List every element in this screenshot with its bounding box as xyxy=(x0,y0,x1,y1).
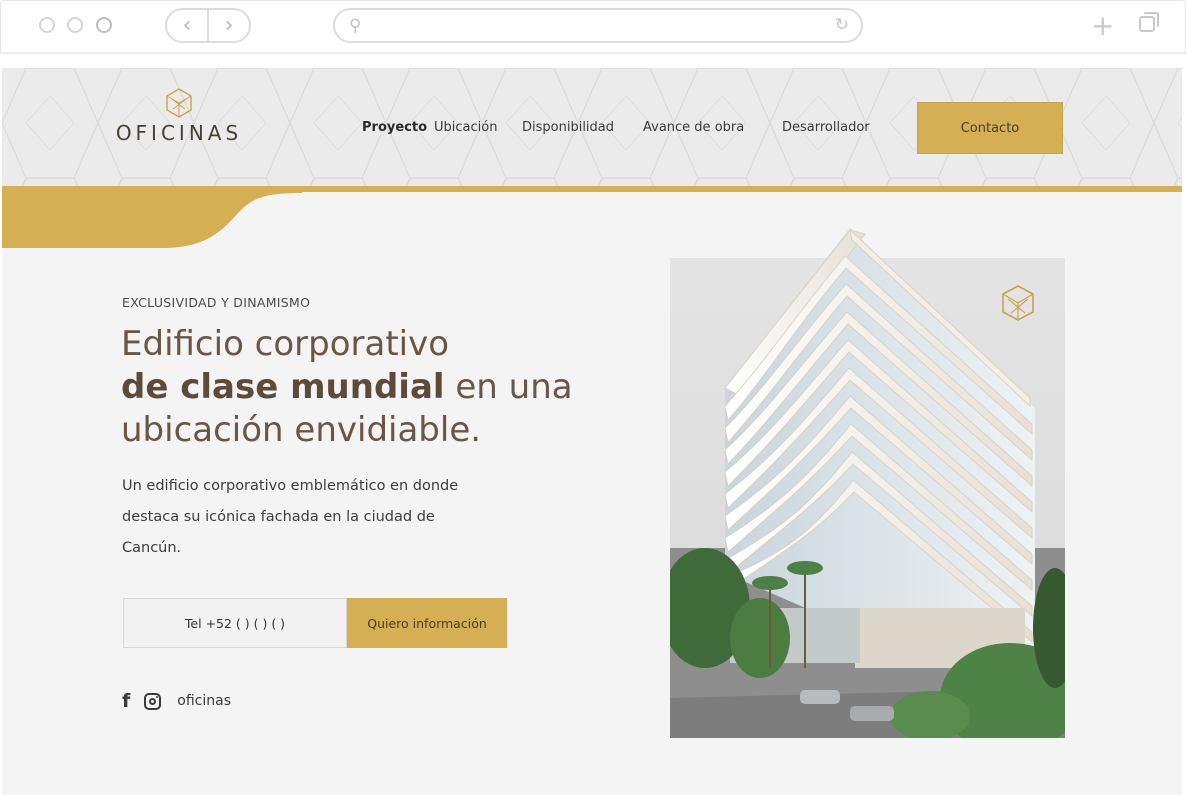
site-logo[interactable]: OFICINAS xyxy=(104,88,254,148)
browser-toolbar: ‹ › ⚲ ↻ + xyxy=(0,0,1186,54)
gold-wave-decoration xyxy=(2,190,302,248)
plus-icon[interactable]: + xyxy=(1091,9,1114,42)
tabs-icon[interactable] xyxy=(1139,12,1159,32)
window-close-dot[interactable] xyxy=(39,17,55,33)
hero-description: Un edificio corporativo emblemático en d… xyxy=(122,478,459,556)
window-maximize-dot[interactable] xyxy=(96,17,112,33)
chevron-right-icon[interactable]: › xyxy=(209,10,249,41)
headline-line-3: ubicación envidiable. xyxy=(121,410,482,450)
logo-text: OFICINAS xyxy=(115,121,243,145)
search-icon: ⚲ xyxy=(349,16,362,36)
phone-input[interactable]: Tel +52 ( ) ( ) ( ) xyxy=(123,598,347,648)
nav-item-proyecto[interactable]: Proyecto xyxy=(362,120,427,135)
site-header: OFICINAS Proyecto Ubicación Disponibilid… xyxy=(2,68,1182,188)
headline-line-1: Edificio corporativo xyxy=(121,324,450,364)
building-image xyxy=(670,228,1065,738)
nav-item-disponibilidad[interactable]: Disponibilidad xyxy=(522,120,614,135)
logo-icon xyxy=(166,88,192,118)
headline-rest: en una xyxy=(444,367,573,407)
hero-headline: Edificio corporativo de clase mundial en… xyxy=(121,323,641,452)
social-handle[interactable]: oficinas xyxy=(177,693,231,709)
request-info-button[interactable]: Quiero información xyxy=(347,598,507,648)
headline-line-2: de clase mundial en una xyxy=(121,366,641,409)
social-links: f oficinas xyxy=(122,690,231,712)
nav-item-ubicacion[interactable]: Ubicación xyxy=(434,120,497,135)
nav-item-desarrollador[interactable]: Desarrollador xyxy=(782,120,870,135)
headline-bold: de clase mundial xyxy=(121,367,445,407)
history-buttons: ‹ › xyxy=(165,8,251,43)
facebook-icon[interactable]: f xyxy=(122,690,130,712)
address-bar[interactable]: ⚲ ↻ xyxy=(333,8,863,43)
web-page: OFICINAS Proyecto Ubicación Disponibilid… xyxy=(2,68,1182,795)
reload-icon[interactable]: ↻ xyxy=(835,15,849,35)
window-minimize-dot[interactable] xyxy=(67,17,83,33)
contact-button[interactable]: Contacto xyxy=(917,102,1063,154)
chevron-left-icon[interactable]: ‹ xyxy=(167,10,209,41)
nav-item-avance-de-obra[interactable]: Avance de obra xyxy=(643,120,744,135)
hero-kicker: EXCLUSIVIDAD Y DINAMISMO xyxy=(122,295,311,310)
instagram-icon[interactable] xyxy=(144,692,162,710)
